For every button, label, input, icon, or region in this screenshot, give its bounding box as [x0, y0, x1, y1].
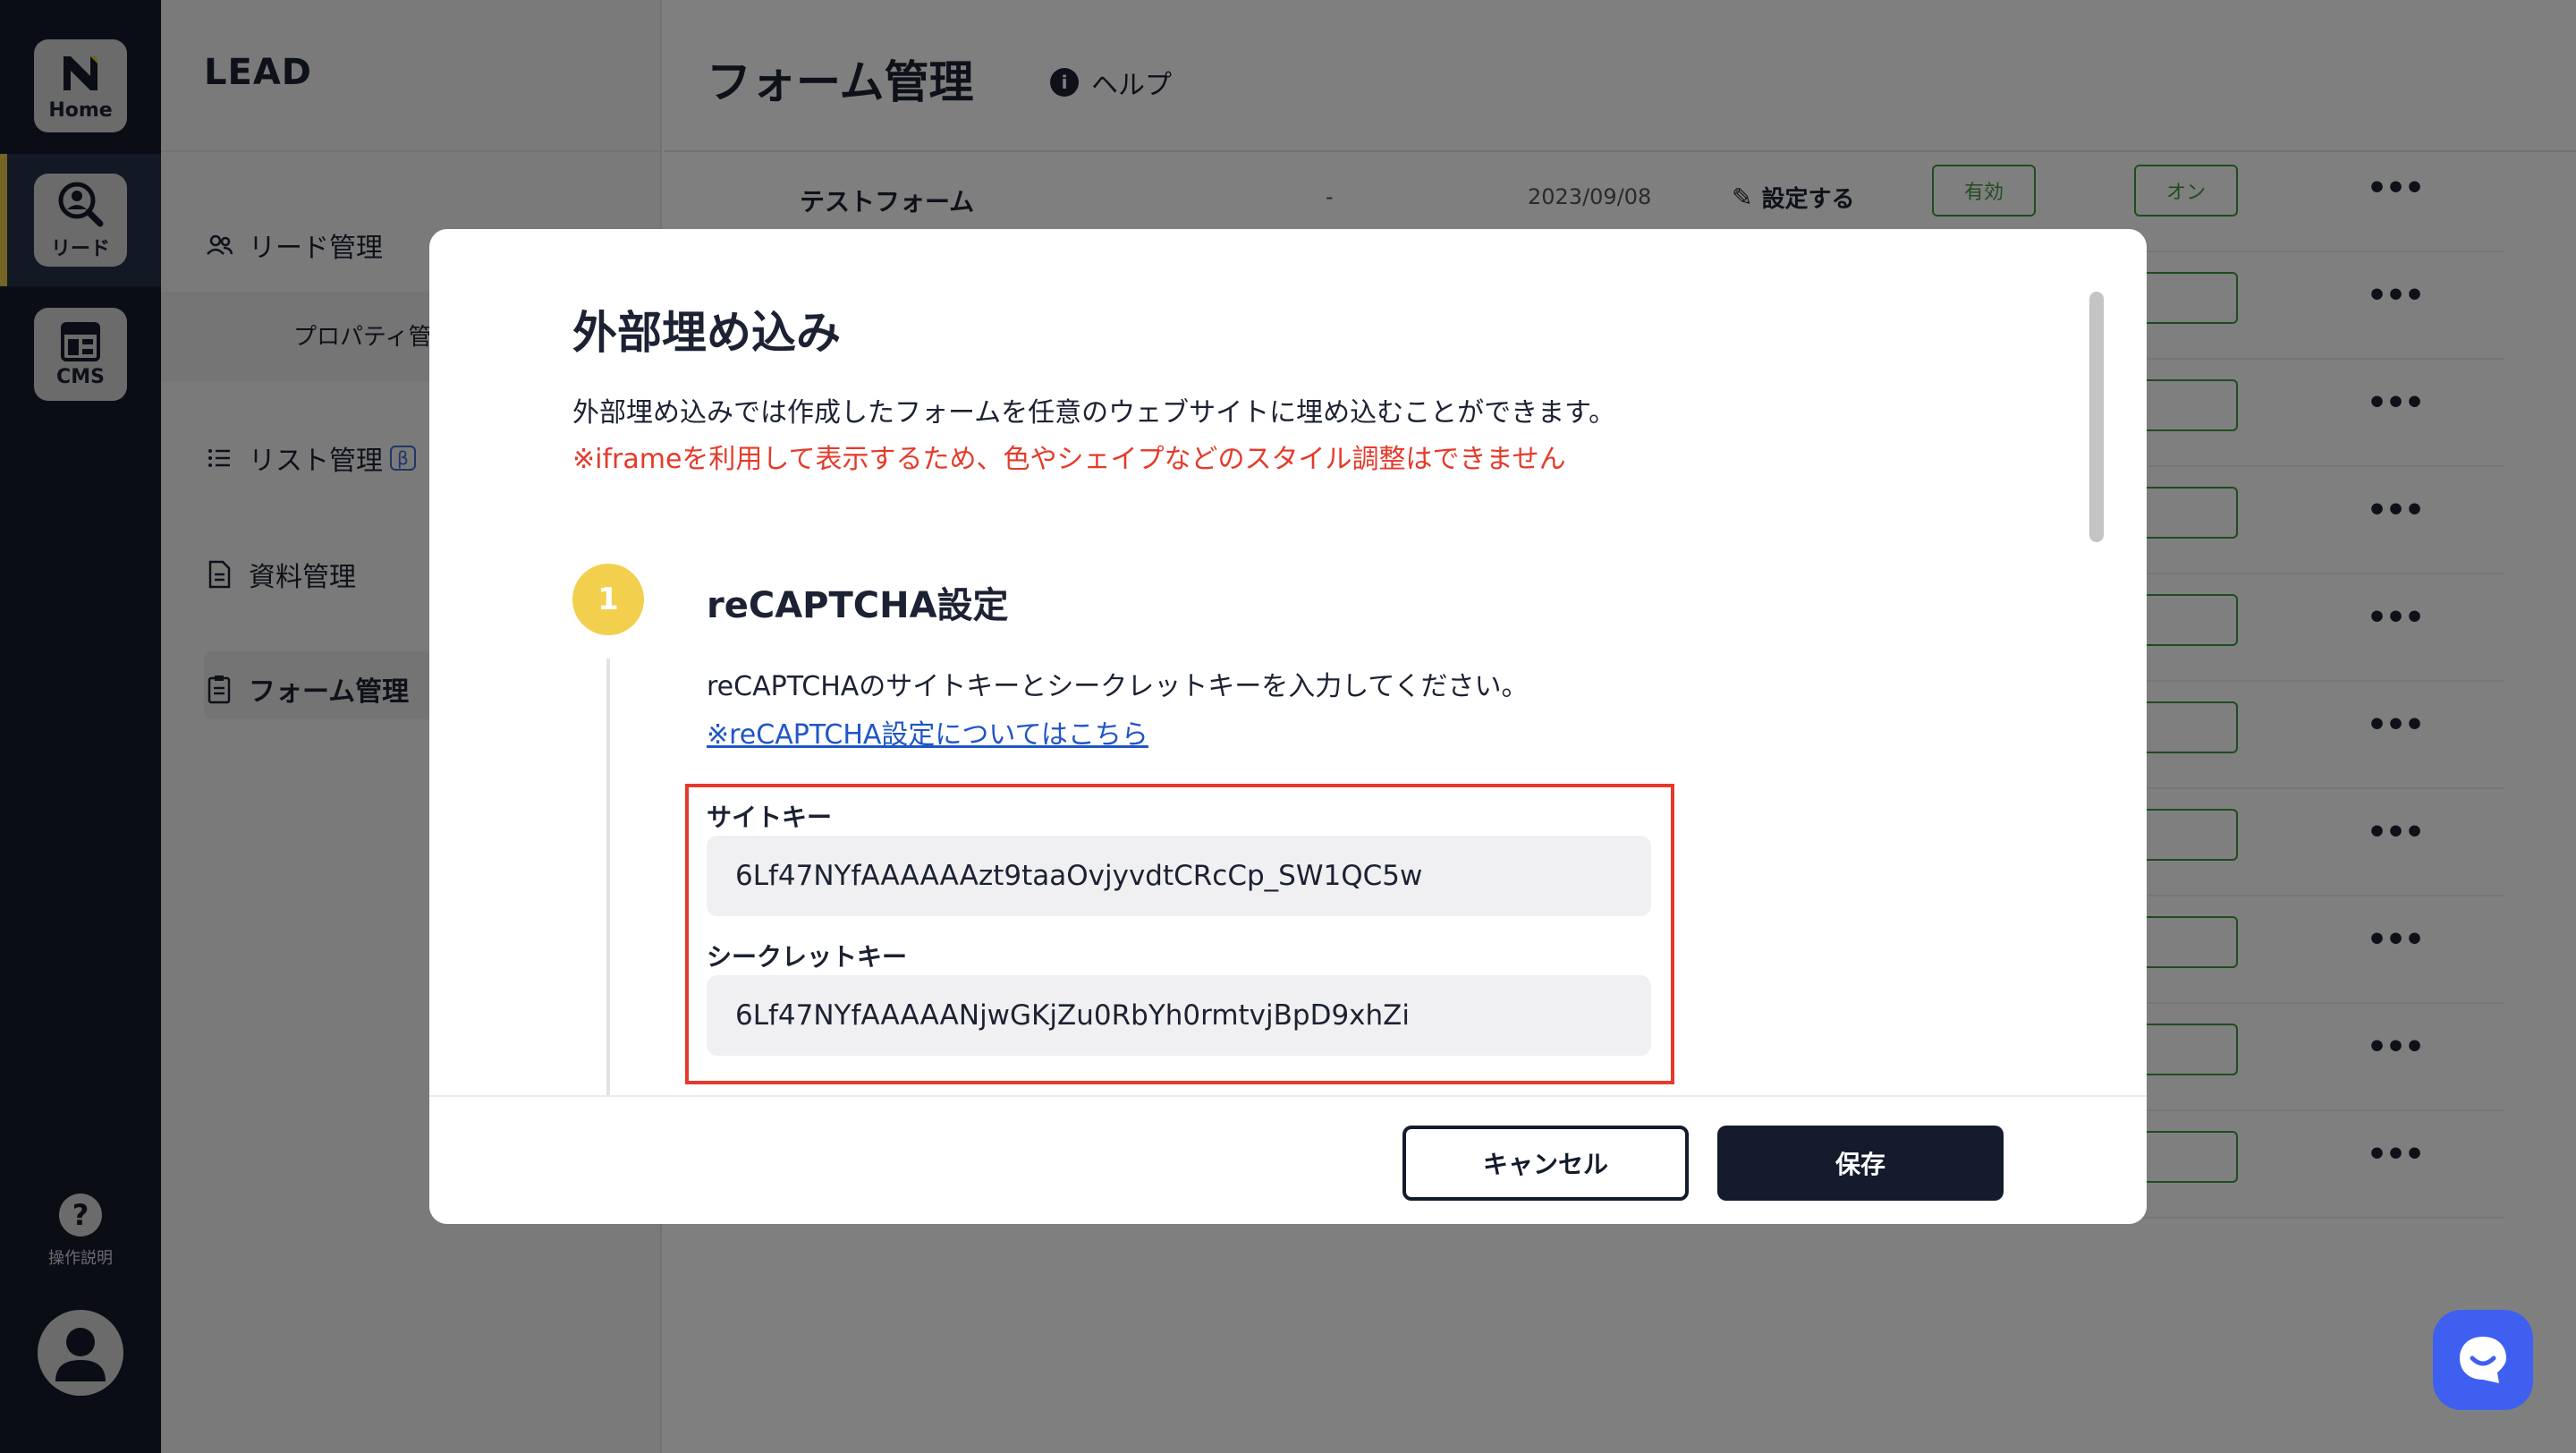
site-key-input[interactable]	[707, 836, 1651, 916]
step-description: reCAPTCHAのサイトキーとシークレットキーを入力してください。	[707, 671, 1529, 702]
modal-body: 外部埋め込み 外部埋め込みでは作成したフォームを任意のウェブサイトに埋め込むこと…	[429, 229, 2147, 1095]
step-number-badge: 1	[572, 564, 644, 635]
modal-description: 外部埋め込みでは作成したフォームを任意のウェブサイトに埋め込むことができます。	[572, 397, 1616, 429]
embed-modal: 外部埋め込み 外部埋め込みでは作成したフォームを任意のウェブサイトに埋め込むこと…	[429, 229, 2147, 1224]
modal-warning: ※iframeを利用して表示するため、色やシェイプなどのスタイル調整はできません	[572, 444, 1566, 475]
modal-title: 外部埋め込み	[572, 307, 841, 359]
modal-scrollbar[interactable]	[2089, 292, 2104, 542]
modal-footer: キャンセル 保存	[429, 1095, 2147, 1224]
step-title: reCAPTCHA設定	[707, 585, 1009, 626]
chat-smile-icon	[2460, 1337, 2506, 1383]
secret-key-label: シークレットキー	[707, 942, 908, 972]
site-key-label: サイトキー	[707, 803, 833, 832]
save-button[interactable]: 保存	[1717, 1126, 2004, 1201]
secret-key-input[interactable]	[707, 975, 1651, 1056]
step-connector-line	[606, 659, 610, 1095]
cancel-button[interactable]: キャンセル	[1402, 1126, 1689, 1201]
recaptcha-help-link[interactable]: ※reCAPTCHA設定についてはこちら	[707, 712, 1148, 752]
chat-launcher-button[interactable]	[2433, 1310, 2533, 1410]
